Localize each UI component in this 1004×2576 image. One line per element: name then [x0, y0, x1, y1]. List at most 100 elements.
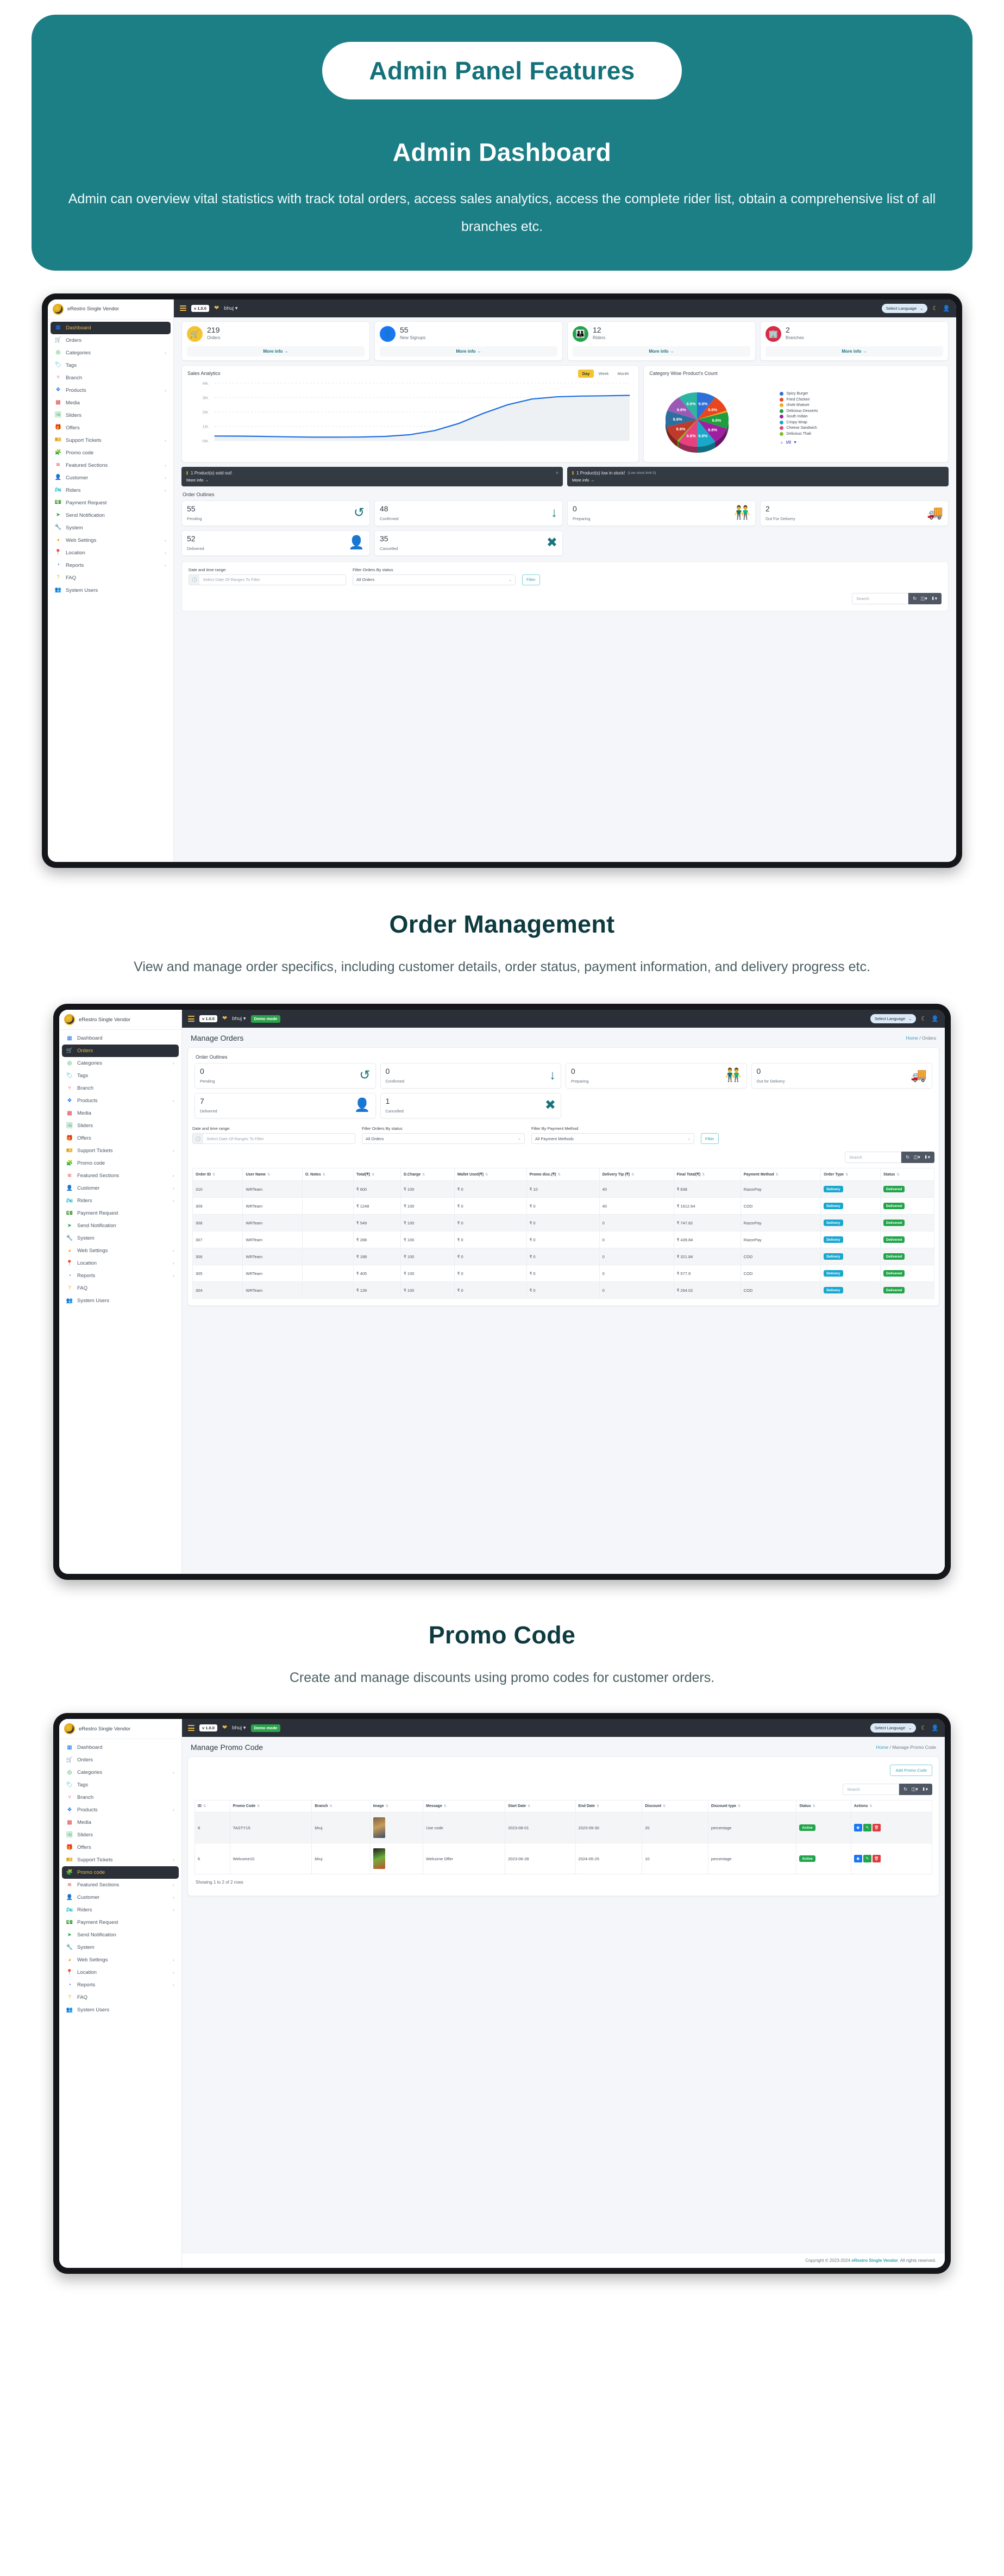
sidebar-item-support-tickets[interactable]: 🎫 Support Tickets ‹	[62, 1854, 179, 1866]
order-outline-card-cancelled[interactable]: 35 Cancelled ✖	[374, 530, 563, 556]
table-row[interactable]: 307 WRTeam ₹ 288 ₹ 100 ₹ 0 ₹ 0 0 ₹ 439.84 RazorP…	[192, 1231, 934, 1249]
filter-button-dashboard[interactable]: Filter	[522, 574, 540, 585]
sidebar-item-categories[interactable]: ◎ Categories ‹	[62, 1766, 179, 1779]
topbar-user-menu[interactable]: bhuj ▾	[224, 305, 237, 311]
sidebar-item-promo-code[interactable]: 🧩 Promo code	[51, 447, 171, 459]
pie-legend-item[interactable]: Crispy Wrap	[780, 420, 818, 424]
order-outline-card-delivered[interactable]: 7 Delivered 👤	[194, 1093, 376, 1119]
heartbeat-icon[interactable]: ❤	[214, 305, 219, 311]
table-row[interactable]: 310 WRTeam ₹ 600 ₹ 100 ₹ 0 ₹ 10 40 ₹ 838 RazorPa…	[192, 1180, 934, 1198]
order-outline-card-confirmed[interactable]: 0 Confirmed ↓	[380, 1063, 561, 1089]
refresh-icon[interactable]: ↻	[913, 596, 917, 602]
account-icon[interactable]: 👤	[931, 1724, 939, 1731]
table-row[interactable]: 6 Welcome10 bhuj Welcome Offer 2023-06-28 202…	[194, 1843, 933, 1874]
sidebar-item-orders[interactable]: 🛒 Orders	[51, 334, 171, 347]
sidebar-item-featured-sections[interactable]: ≋ Featured Sections ‹	[62, 1170, 179, 1182]
columns-icon[interactable]: ◫▾	[920, 596, 927, 602]
sidebar-item-riders[interactable]: 🏍 Riders ‹	[62, 1904, 179, 1916]
alert-more-info-link[interactable]: More info →	[572, 478, 944, 483]
sidebar-item-products[interactable]: ❖ Products ‹	[62, 1095, 179, 1107]
sidebar-item-orders[interactable]: 🛒 Orders	[62, 1045, 179, 1058]
sidebar-item-media[interactable]: ▩ Media	[62, 1107, 179, 1120]
payment-filter-select-orders[interactable]: All Payment Methods ⌄	[531, 1133, 694, 1145]
pie-legend-item[interactable]: Delicious Thali	[780, 432, 818, 436]
column-header[interactable]: Total(₹) ⇅	[353, 1168, 401, 1181]
pie-legend-item[interactable]: South Indian	[780, 415, 818, 418]
search-input-dashboard[interactable]: Search	[852, 592, 909, 604]
sidebar-item-sliders[interactable]: 🖼 Sliders	[62, 1829, 179, 1841]
column-header[interactable]: O. Notes ⇅	[302, 1168, 354, 1181]
columns-icon[interactable]: ◫▾	[913, 1154, 920, 1160]
range-tab-month[interactable]: Month	[613, 370, 633, 378]
sidebar-item-customer[interactable]: 👤 Customer ‹	[51, 472, 171, 484]
pie-legend-item[interactable]: Spicy Burger	[780, 392, 818, 396]
sidebar-item-offers[interactable]: 🎁 Offers	[62, 1132, 179, 1145]
search-input-orders[interactable]: Search	[845, 1152, 902, 1164]
column-header[interactable]: Payment Method ⇅	[740, 1168, 821, 1181]
column-header[interactable]: Discount type ⇅	[707, 1800, 797, 1812]
brand-dashboard[interactable]: eRestro Single Vendor	[48, 299, 173, 320]
column-header[interactable]: End Date ⇅	[575, 1800, 643, 1812]
sidebar-item-send-notification[interactable]: ➤ Send Notification	[51, 509, 171, 522]
breadcrumb-home-link[interactable]: Home	[876, 1745, 888, 1750]
column-header[interactable]: Promo disc.(₹) ⇅	[526, 1168, 600, 1181]
sidebar-item-featured-sections[interactable]: ≋ Featured Sections ‹	[62, 1879, 179, 1891]
more-info-button[interactable]: More info →	[765, 346, 943, 357]
sidebar-item-location[interactable]: 📍 Location ‹	[51, 547, 171, 559]
column-header[interactable]: ID ⇅	[194, 1800, 230, 1812]
sidebar-item-reports[interactable]: ◔ Reports ‹	[62, 1979, 179, 1991]
account-icon[interactable]: 👤	[943, 305, 950, 312]
account-icon[interactable]: 👤	[931, 1015, 939, 1022]
sidebar-item-sliders[interactable]: 🖼 Sliders	[51, 409, 171, 422]
export-icon[interactable]: ⬇▾	[931, 596, 937, 602]
brand-orders[interactable]: eRestro Single Vendor	[59, 1010, 181, 1030]
view-button[interactable]: ◉	[854, 1855, 862, 1862]
pie-legend-item[interactable]: Delicious Desserts	[780, 409, 818, 413]
page-down-icon[interactable]: ▼	[793, 441, 797, 445]
sidebar-item-dashboard[interactable]: ▦ Dashboard	[51, 321, 171, 334]
pie-legend-item[interactable]: chole bhature	[780, 403, 818, 407]
sidebar-item-branch[interactable]: ⑂ Branch	[62, 1082, 179, 1095]
close-icon[interactable]: ×	[556, 470, 559, 476]
sidebar-item-reports[interactable]: ◔ Reports ‹	[62, 1270, 179, 1282]
sidebar-item-support-tickets[interactable]: 🎫 Support Tickets ‹	[62, 1145, 179, 1157]
add-promo-code-button[interactable]: Add Promo Code	[890, 1765, 932, 1776]
sidebar-item-categories[interactable]: ◎ Categories ‹	[51, 347, 171, 359]
column-header[interactable]: Actions ⇅	[850, 1800, 933, 1812]
column-header[interactable]: Order ID ⇅	[192, 1168, 243, 1181]
sidebar-item-web-settings[interactable]: ◕ Web Settings ‹	[62, 1245, 179, 1257]
language-select-promo[interactable]: Select Language ⌄	[870, 1723, 917, 1733]
sidebar-item-tags[interactable]: 🏷 Tags	[51, 359, 171, 372]
sidebar-item-reports[interactable]: ◔ Reports ‹	[51, 559, 171, 572]
page-up-icon[interactable]: ▲	[780, 441, 783, 445]
table-row[interactable]: 305 WRTeam ₹ 405 ₹ 100 ₹ 0 ₹ 0 0 ₹ 577.9 COD Deli…	[192, 1265, 934, 1283]
more-info-button[interactable]: More info →	[380, 346, 557, 357]
breadcrumb-home-link[interactable]: Home	[906, 1035, 918, 1041]
sidebar-item-media[interactable]: ▩ Media	[51, 397, 171, 409]
column-header[interactable]: Delivery Tip (₹) ⇅	[599, 1168, 674, 1181]
more-info-button[interactable]: More info →	[187, 346, 365, 357]
sidebar-item-tags[interactable]: 🏷 Tags	[62, 1779, 179, 1791]
edit-button[interactable]: ✎	[863, 1855, 871, 1862]
sidebar-item-sliders[interactable]: 🖼 Sliders	[62, 1120, 179, 1132]
refresh-icon[interactable]: ↻	[903, 1786, 907, 1792]
order-outline-card-delivered[interactable]: 52 Delivered 👤	[181, 530, 370, 556]
brand-promo[interactable]: eRestro Single Vendor	[59, 1719, 181, 1739]
sidebar-item-location[interactable]: 📍 Location ‹	[62, 1257, 179, 1270]
column-header[interactable]: Status ⇅	[796, 1800, 851, 1812]
hamburger-menu-icon[interactable]	[180, 305, 186, 311]
status-filter-select-orders[interactable]: All Orders ⌄	[362, 1133, 525, 1145]
sidebar-item-customer[interactable]: 👤 Customer ‹	[62, 1182, 179, 1195]
sidebar-item-branch[interactable]: ⑂ Branch	[51, 372, 171, 384]
column-header[interactable]: Final Total(₹) ⇅	[673, 1168, 741, 1181]
table-row[interactable]: 306 WRTeam ₹ 188 ₹ 100 ₹ 0 ₹ 0 0 ₹ 321.84 COD Del…	[192, 1248, 934, 1266]
hamburger-menu-icon[interactable]	[188, 1016, 194, 1022]
sidebar-item-featured-sections[interactable]: ≋ Featured Sections ‹	[51, 459, 171, 472]
dark-mode-toggle-icon[interactable]: ☾	[921, 1724, 926, 1731]
sidebar-item-riders[interactable]: 🏍 Riders ‹	[62, 1195, 179, 1207]
more-info-button[interactable]: More info →	[573, 346, 750, 357]
order-outline-card-out-for-delivery[interactable]: 2 Out For Delivery 🚚	[760, 500, 949, 526]
column-header[interactable]: Message ⇅	[423, 1800, 506, 1812]
columns-icon[interactable]: ◫▾	[911, 1786, 918, 1792]
export-icon[interactable]: ⬇▾	[924, 1154, 930, 1160]
